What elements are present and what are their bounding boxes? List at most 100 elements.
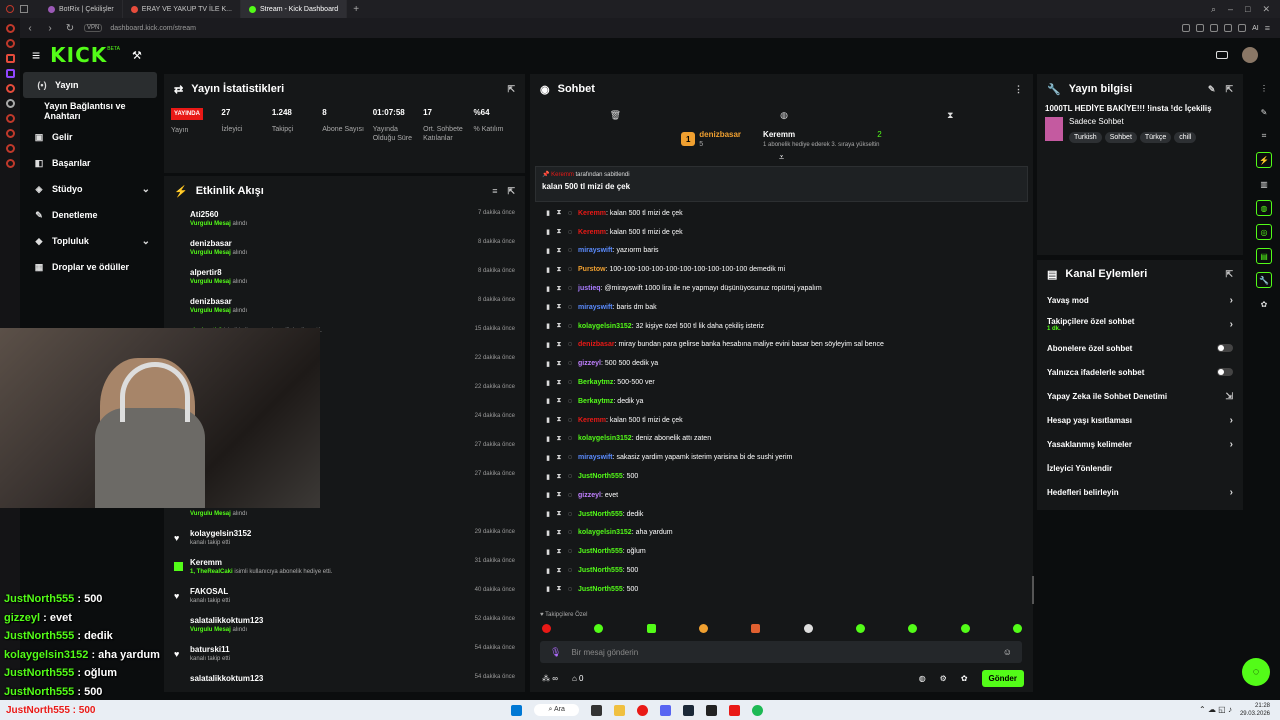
timeout-icon[interactable]: ⧗ [556, 360, 562, 368]
timeout-icon[interactable]: ⧗ [556, 491, 562, 499]
maximize-icon[interactable]: □ [1245, 4, 1250, 15]
gear-icon[interactable]: ⚙ [940, 674, 947, 683]
chat-message[interactable]: ▮ ⧗ ◌ Berkaytmz: dedik ya [530, 392, 1033, 411]
delete-icon[interactable]: ▮ [545, 285, 551, 293]
opera-icon[interactable] [6, 5, 14, 13]
document-icon[interactable]: ▥ [1256, 176, 1272, 192]
nav-item-gelir[interactable]: ▣ Gelir [20, 124, 160, 150]
delete-icon[interactable]: ▮ [545, 228, 551, 236]
timeout-icon[interactable]: ⧗ [556, 397, 562, 405]
steam-icon[interactable] [682, 704, 694, 716]
channel-action[interactable]: Yapay Zeka ile Sohbet Denetimi ⇲ [1037, 384, 1243, 408]
timeout-icon[interactable]: ⧗ [556, 266, 562, 274]
crop-icon[interactable]: ⌗ [1256, 128, 1272, 144]
chat-username[interactable]: kolaygelsin3152 [578, 529, 632, 536]
chat-username[interactable]: kolaygelsin3152 [578, 435, 632, 442]
extension-icon[interactable]: ✿ [961, 674, 968, 683]
delete-icon[interactable]: ▮ [545, 491, 551, 499]
microphone-icon[interactable]: 🎙 [550, 647, 561, 658]
chat-message[interactable]: ▮ ⧗ ◌ mirayswift: yazıorm baris [530, 242, 1033, 261]
hamburger-menu-icon[interactable]: ≡ [32, 47, 40, 63]
shield-icon[interactable] [1210, 24, 1219, 32]
actions-icon[interactable]: ▤ [1256, 248, 1272, 264]
sidebar-app-icon[interactable] [5, 39, 15, 48]
edit-icon[interactable]: ✎ [1208, 84, 1216, 95]
zoom-icon[interactable] [1182, 24, 1191, 32]
delete-icon[interactable]: ▮ [545, 379, 551, 387]
toggle-switch[interactable] [1217, 368, 1233, 376]
nav-item-droplar[interactable]: ▦ Droplar ve ödüller [20, 254, 160, 280]
chat-message[interactable]: ▮ ⧗ ◌ justieq: @mirayswift 1000 lira ile ne… [530, 279, 1033, 298]
sidebar-app-icon[interactable] [5, 144, 15, 153]
activity-item[interactable]: ♥ FAKOSAL kanalı takip etti 40 dakika önce [164, 583, 525, 612]
timeout-icon[interactable]: ⧗ [556, 379, 562, 387]
channel-action[interactable]: Hesap yaşı kısıtlaması › [1037, 408, 1243, 432]
timeout-icon[interactable]: ⧗ [556, 454, 562, 462]
extensions-icon[interactable] [1238, 24, 1247, 32]
emoji-icon[interactable]: ☺ [1003, 647, 1012, 657]
chat-username[interactable]: Berkaytmz [578, 398, 613, 405]
discord-icon[interactable] [659, 704, 671, 716]
chat-username[interactable]: Purstow [578, 266, 606, 273]
channel-action[interactable]: İzleyici Yönlendir [1037, 456, 1243, 480]
close-icon[interactable]: ✕ [1262, 4, 1270, 15]
avatar[interactable] [1242, 47, 1258, 63]
spotify-icon[interactable] [751, 704, 763, 716]
forward-icon[interactable]: › [44, 23, 56, 34]
kick-logo[interactable]: KICK [50, 43, 107, 67]
timeout-icon[interactable]: ⧗ [556, 548, 562, 556]
tag[interactable]: Türkçe [1139, 132, 1172, 143]
explorer-icon[interactable] [613, 704, 625, 716]
menu-icon[interactable]: ≡ [1265, 23, 1270, 33]
emote[interactable] [908, 624, 918, 633]
delete-icon[interactable]: ▮ [545, 416, 551, 424]
bookmark-icon[interactable] [1196, 24, 1205, 32]
delete-icon[interactable]: ▮ [545, 548, 551, 556]
ai-button[interactable]: AI [1252, 25, 1259, 32]
chat-username[interactable]: mirayswift [578, 454, 613, 461]
popout-icon[interactable]: ⇱ [507, 186, 515, 197]
back-icon[interactable]: ‹ [24, 23, 36, 34]
chat-username[interactable]: mirayswift [578, 304, 613, 311]
chat-settings-icon[interactable]: ◍ [919, 674, 926, 683]
delete-icon[interactable]: ▮ [545, 360, 551, 368]
points-icon[interactable]: ⁂ ∞ [542, 674, 558, 683]
more-options-icon[interactable]: ⋮ [1256, 80, 1272, 96]
timeout-icon[interactable]: ⧗ [556, 585, 562, 593]
chat-username[interactable]: gizzeyl [578, 360, 601, 367]
emote[interactable] [960, 624, 970, 633]
chat-username[interactable]: Keremm [578, 229, 606, 236]
delete-icon[interactable]: ▮ [545, 209, 551, 217]
timeout-icon[interactable]: ⧗ [556, 303, 562, 311]
chat-message[interactable]: ▮ ⧗ ◌ Purstow: 100-100-100-100-100-100-100-… [530, 260, 1033, 279]
timeout-icon[interactable]: ⧗ [556, 416, 562, 424]
timeout-icon[interactable]: ⧗ [556, 247, 562, 255]
support-chat-button[interactable]: ◌ [1242, 658, 1270, 686]
mod-view-icon[interactable] [1216, 51, 1228, 59]
activity-item[interactable]: denizbasar Vurgulu Mesaj alındı 8 dakika ö… [164, 235, 525, 264]
chat-icon[interactable]: ◍ [1256, 200, 1272, 216]
clock[interactable]: 21:28 29.03.2026 [1240, 702, 1270, 718]
chat-message[interactable]: ▮ ⧗ ◌ gizzeyl: evet [530, 486, 1033, 505]
sidebar-app-icon[interactable] [5, 159, 15, 168]
nav-item-basarilar[interactable]: ◧ Başarılar [20, 150, 160, 176]
chat-username[interactable]: Keremm [578, 210, 606, 217]
timeout-icon[interactable]: ⧗ [556, 322, 562, 330]
activity-item[interactable]: salatalikkoktum123 54 dakika önce [164, 670, 525, 692]
reload-icon[interactable]: ↻ [64, 23, 76, 34]
twitch-icon[interactable] [5, 69, 15, 78]
vpn-badge[interactable]: VPN [84, 24, 103, 32]
sidebar-app-icon[interactable] [5, 114, 15, 123]
activity-item[interactable]: Ati2560 Vurgulu Mesaj alındı 7 dakika önce [164, 206, 525, 235]
obs-icon[interactable] [705, 704, 717, 716]
emote[interactable] [1012, 624, 1022, 633]
next-gifter[interactable]: Keremm 2 1 abonelik hediye ederek 3. sır… [763, 130, 882, 148]
hourglass-icon[interactable]: ⧗ [947, 110, 953, 121]
chat-message[interactable]: ▮ ⧗ ◌ JustNorth555: oğlum [530, 542, 1033, 561]
tray-icons[interactable]: ⌃ ☁ ◱ ♪ [1199, 706, 1232, 714]
tag[interactable]: chill [1174, 132, 1197, 143]
filter-icon[interactable]: ≡ [492, 186, 497, 197]
delete-icon[interactable]: ▮ [545, 510, 551, 518]
timeout-icon[interactable]: ⧗ [556, 510, 562, 518]
send-button[interactable]: Gönder [981, 670, 1024, 687]
